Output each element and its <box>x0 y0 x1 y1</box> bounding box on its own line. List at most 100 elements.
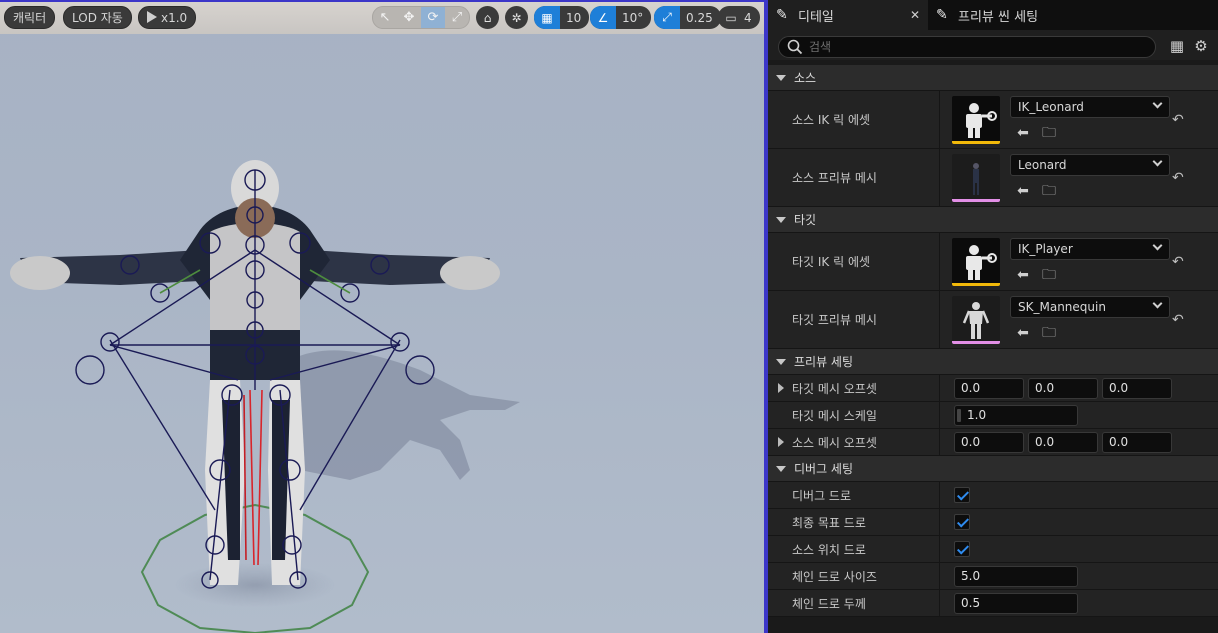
camera-icon: ▭ <box>725 10 737 25</box>
ik-rig-asset-icon <box>966 103 997 138</box>
angle-snap-toggle[interactable]: ∠ 10° <box>590 6 652 29</box>
target-preview-mesh-combo[interactable]: SK_Mannequin <box>1010 296 1170 318</box>
target-offset-x-field[interactable]: 0.0 <box>954 378 1024 399</box>
reset-to-default-icon[interactable]: ↶ <box>1172 312 1188 328</box>
scale-icon[interactable]: ⤢ <box>445 7 469 28</box>
section-debug-settings[interactable]: 디버그 세팅 <box>768 456 1218 482</box>
rotate-icon[interactable]: ⟳ <box>421 7 445 28</box>
chain-draw-size-field[interactable]: 5.0 <box>954 566 1078 587</box>
tab-bar: ✎ 디테일 ✕ ✎ 프리뷰 씬 세팅 <box>768 0 1218 30</box>
target-offset-y-field[interactable]: 0.0 <box>1028 378 1098 399</box>
asset-type-bar <box>952 141 1000 144</box>
search-icon <box>787 39 803 55</box>
ik-rig-asset-icon <box>966 245 997 280</box>
transform-tool-group: ↖ ✥ ⟳ ⤢ <box>372 6 470 29</box>
coordinate-space-icon[interactable]: ⌂ <box>476 6 499 29</box>
viewport-toolbar: 캐릭터 LOD 자동 x1.0 ↖ ✥ ⟳ ⤢ ⌂ ✲ ▦ 10 ∠ 10° ⤢ 0.… <box>0 0 764 34</box>
ik-rig-thumbnail[interactable] <box>952 96 1000 144</box>
mannequin-mesh-icon <box>962 302 990 339</box>
tab-preview-scene-settings[interactable]: ✎ 프리뷰 씬 세팅 <box>928 0 1128 30</box>
slider-handle <box>957 409 961 422</box>
section-preview-settings[interactable]: 프리뷰 세팅 <box>768 349 1218 375</box>
browse-asset-icon[interactable]: 🗀 <box>1040 266 1058 284</box>
chain-draw-thickness-row: 체인 드로 두께 0.5 <box>768 590 1218 617</box>
chevron-down-icon <box>1152 98 1163 109</box>
target-offset-z-field[interactable]: 0.0 <box>1102 378 1172 399</box>
skeletal-mesh-thumbnail[interactable] <box>952 154 1000 202</box>
skeletal-mesh-thumbnail[interactable] <box>952 296 1000 344</box>
use-selected-asset-icon[interactable]: ⬅ <box>1014 266 1032 284</box>
source-offset-x-field[interactable]: 0.0 <box>954 432 1024 453</box>
camera-speed-button[interactable]: ▭ 4 <box>718 6 760 29</box>
tab-details[interactable]: ✎ 디테일 ✕ <box>768 0 928 30</box>
scale-snap-toggle[interactable]: ⤢ 0.25 <box>654 6 721 29</box>
use-selected-asset-icon[interactable]: ⬅ <box>1014 124 1032 142</box>
collapse-caret-icon <box>776 465 786 472</box>
play-speed-button[interactable]: x1.0 <box>138 6 197 29</box>
source-offset-y-field[interactable]: 0.0 <box>1028 432 1098 453</box>
source-preview-mesh-row: 소스 프리뷰 메시 Leonard ⬅ 🗀 ↶ <box>768 149 1218 207</box>
collapse-caret-icon <box>776 216 786 223</box>
browse-asset-icon[interactable]: 🗀 <box>1040 182 1058 200</box>
select-icon[interactable]: ↖ <box>373 7 397 28</box>
viewport[interactable]: 캐릭터 LOD 자동 x1.0 ↖ ✥ ⟳ ⤢ ⌂ ✲ ▦ 10 ∠ 10° ⤢ 0.… <box>0 0 764 633</box>
chain-draw-size-row: 체인 드로 사이즈 5.0 <box>768 563 1218 590</box>
viewport-focus-border <box>0 0 764 2</box>
target-mesh-scale-row: 타깃 메시 스케일 1.0 <box>768 402 1218 429</box>
target-ik-rig-row: 타깃 IK 릭 에셋 IK_Player ⬅ 🗀 ↶ <box>768 233 1218 291</box>
property-list: 소스 소스 IK 릭 에셋 IK_Leonard ⬅ 🗀 ↶ 소스 프리뷰 메시… <box>768 65 1218 617</box>
ik-rig-thumbnail[interactable] <box>952 238 1000 286</box>
viewport-scene[interactable] <box>0 34 764 633</box>
surface-snap-icon[interactable]: ✲ <box>505 6 528 29</box>
chevron-down-icon <box>1152 156 1163 167</box>
expand-caret-icon[interactable] <box>778 383 784 393</box>
use-selected-asset-icon[interactable]: ⬅ <box>1014 324 1032 342</box>
section-source[interactable]: 소스 <box>768 65 1218 91</box>
translate-icon[interactable]: ✥ <box>397 7 421 28</box>
target-preview-mesh-row: 타깃 프리뷰 메시 SK_Mannequin ⬅ 🗀 ↶ <box>768 291 1218 349</box>
gear-icon[interactable]: ⚙ <box>1192 37 1210 55</box>
chevron-down-icon <box>1152 240 1163 251</box>
reset-to-default-icon[interactable]: ↶ <box>1172 112 1188 128</box>
grid-snap-toggle[interactable]: ▦ 10 <box>534 6 590 29</box>
pencil-icon: ✎ <box>936 7 948 23</box>
pencil-icon: ✎ <box>776 7 788 23</box>
search-box[interactable] <box>778 36 1156 58</box>
scale-snap-icon: ⤢ <box>654 6 680 29</box>
browse-asset-icon[interactable]: 🗀 <box>1040 324 1058 342</box>
use-selected-asset-icon[interactable]: ⬅ <box>1014 182 1032 200</box>
draw-source-locations-checkbox[interactable] <box>954 541 970 557</box>
leonard-mesh-icon <box>973 163 979 195</box>
source-preview-mesh-combo[interactable]: Leonard <box>1010 154 1170 176</box>
table-view-icon[interactable]: ▦ <box>1168 37 1186 55</box>
play-icon <box>147 11 157 23</box>
draw-debug-checkbox[interactable] <box>954 487 970 503</box>
asset-type-bar <box>952 283 1000 286</box>
draw-source-locations-row: 소스 위치 드로 <box>768 536 1218 563</box>
search-input[interactable] <box>809 40 1109 54</box>
section-target[interactable]: 타깃 <box>768 207 1218 233</box>
draw-final-goals-checkbox[interactable] <box>954 514 970 530</box>
close-icon[interactable]: ✕ <box>910 8 920 22</box>
grid-icon: ▦ <box>534 6 560 29</box>
source-ik-rig-combo[interactable]: IK_Leonard <box>1010 96 1170 118</box>
draw-final-goals-row: 최종 목표 드로 <box>768 509 1218 536</box>
search-row: ▦ ⚙ <box>768 30 1218 60</box>
target-mesh-offset-row: 타깃 메시 오프셋 0.0 0.0 0.0 <box>768 375 1218 402</box>
chevron-down-icon <box>1152 298 1163 309</box>
angle-icon: ∠ <box>590 6 616 29</box>
character-menu-button[interactable]: 캐릭터 <box>4 6 56 29</box>
chain-draw-thickness-field[interactable]: 0.5 <box>954 593 1078 614</box>
source-mesh-offset-row: 소스 메시 오프셋 0.0 0.0 0.0 <box>768 429 1218 456</box>
target-scale-field[interactable]: 1.0 <box>954 405 1078 426</box>
reset-to-default-icon[interactable]: ↶ <box>1172 170 1188 186</box>
collapse-caret-icon <box>776 74 786 81</box>
reset-to-default-icon[interactable]: ↶ <box>1172 254 1188 270</box>
lod-menu-button[interactable]: LOD 자동 <box>63 6 132 29</box>
browse-asset-icon[interactable]: 🗀 <box>1040 124 1058 142</box>
source-ik-rig-row: 소스 IK 릭 에셋 IK_Leonard ⬅ 🗀 ↶ <box>768 91 1218 149</box>
target-ik-rig-combo[interactable]: IK_Player <box>1010 238 1170 260</box>
expand-caret-icon[interactable] <box>778 437 784 447</box>
draw-debug-row: 디버그 드로 <box>768 482 1218 509</box>
source-offset-z-field[interactable]: 0.0 <box>1102 432 1172 453</box>
